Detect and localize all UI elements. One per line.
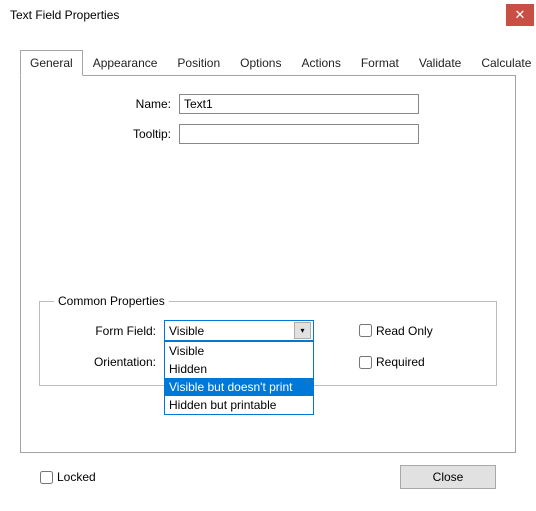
form-field-dropdown-list: Visible Hidden Visible but doesn't print… [164, 341, 314, 415]
tab-format-label: Format [361, 56, 399, 70]
tab-calculate[interactable]: Calculate [471, 50, 536, 76]
name-label: Name: [39, 97, 179, 111]
required-checkbox-row[interactable]: Required [319, 355, 482, 369]
tabs: General Appearance Position Options Acti… [20, 50, 516, 76]
locked-checkbox-row[interactable]: Locked [40, 470, 96, 484]
tab-options[interactable]: Options [230, 50, 291, 76]
form-field-combo-display[interactable]: Visible ▾ [164, 320, 314, 341]
titlebar: Text Field Properties ✕ [0, 0, 536, 30]
required-label: Required [376, 355, 425, 369]
tab-general-label: General [30, 56, 73, 70]
close-button[interactable]: Close [400, 465, 496, 489]
read-only-checkbox[interactable] [359, 324, 372, 337]
window-title: Text Field Properties [10, 8, 119, 22]
locked-checkbox[interactable] [40, 471, 53, 484]
form-field-option-visible-no-print[interactable]: Visible but doesn't print [165, 378, 313, 396]
tab-general[interactable]: General [20, 50, 83, 76]
locked-label: Locked [57, 470, 96, 484]
tab-calculate-label: Calculate [481, 56, 531, 70]
tab-validate[interactable]: Validate [409, 50, 471, 76]
name-input[interactable] [179, 94, 419, 114]
dialog-content: General Appearance Position Options Acti… [0, 30, 536, 501]
read-only-checkbox-row[interactable]: Read Only [319, 324, 482, 338]
form-field-value: Visible [169, 324, 204, 338]
tab-appearance-label: Appearance [93, 56, 158, 70]
tab-actions-label: Actions [301, 56, 340, 70]
form-field-option-visible[interactable]: Visible [165, 342, 313, 360]
common-properties-group: Common Properties Form Field: Visible ▾ … [39, 294, 497, 386]
form-field-label: Form Field: [54, 324, 164, 338]
tab-appearance[interactable]: Appearance [83, 50, 168, 76]
dialog-footer: Locked Close [20, 453, 516, 489]
close-icon: ✕ [515, 7, 526, 23]
tab-options-label: Options [240, 56, 281, 70]
tab-position-label: Position [177, 56, 220, 70]
tab-actions[interactable]: Actions [291, 50, 350, 76]
read-only-label: Read Only [376, 324, 433, 338]
window-close-button[interactable]: ✕ [506, 4, 534, 26]
tab-body-general: Name: Tooltip: Common Properties Form Fi… [20, 75, 516, 453]
tab-validate-label: Validate [419, 56, 461, 70]
tab-position[interactable]: Position [167, 50, 230, 76]
form-field-option-hidden-printable[interactable]: Hidden but printable [165, 396, 313, 414]
form-field-combo[interactable]: Visible ▾ Visible Hidden Visible but doe… [164, 320, 314, 341]
common-properties-legend: Common Properties [54, 294, 169, 308]
required-checkbox[interactable] [359, 356, 372, 369]
tab-format[interactable]: Format [351, 50, 409, 76]
tooltip-label: Tooltip: [39, 127, 179, 141]
orientation-label: Orientation: [54, 355, 164, 369]
tooltip-input[interactable] [179, 124, 419, 144]
chevron-down-icon: ▾ [294, 322, 311, 339]
form-field-option-hidden[interactable]: Hidden [165, 360, 313, 378]
